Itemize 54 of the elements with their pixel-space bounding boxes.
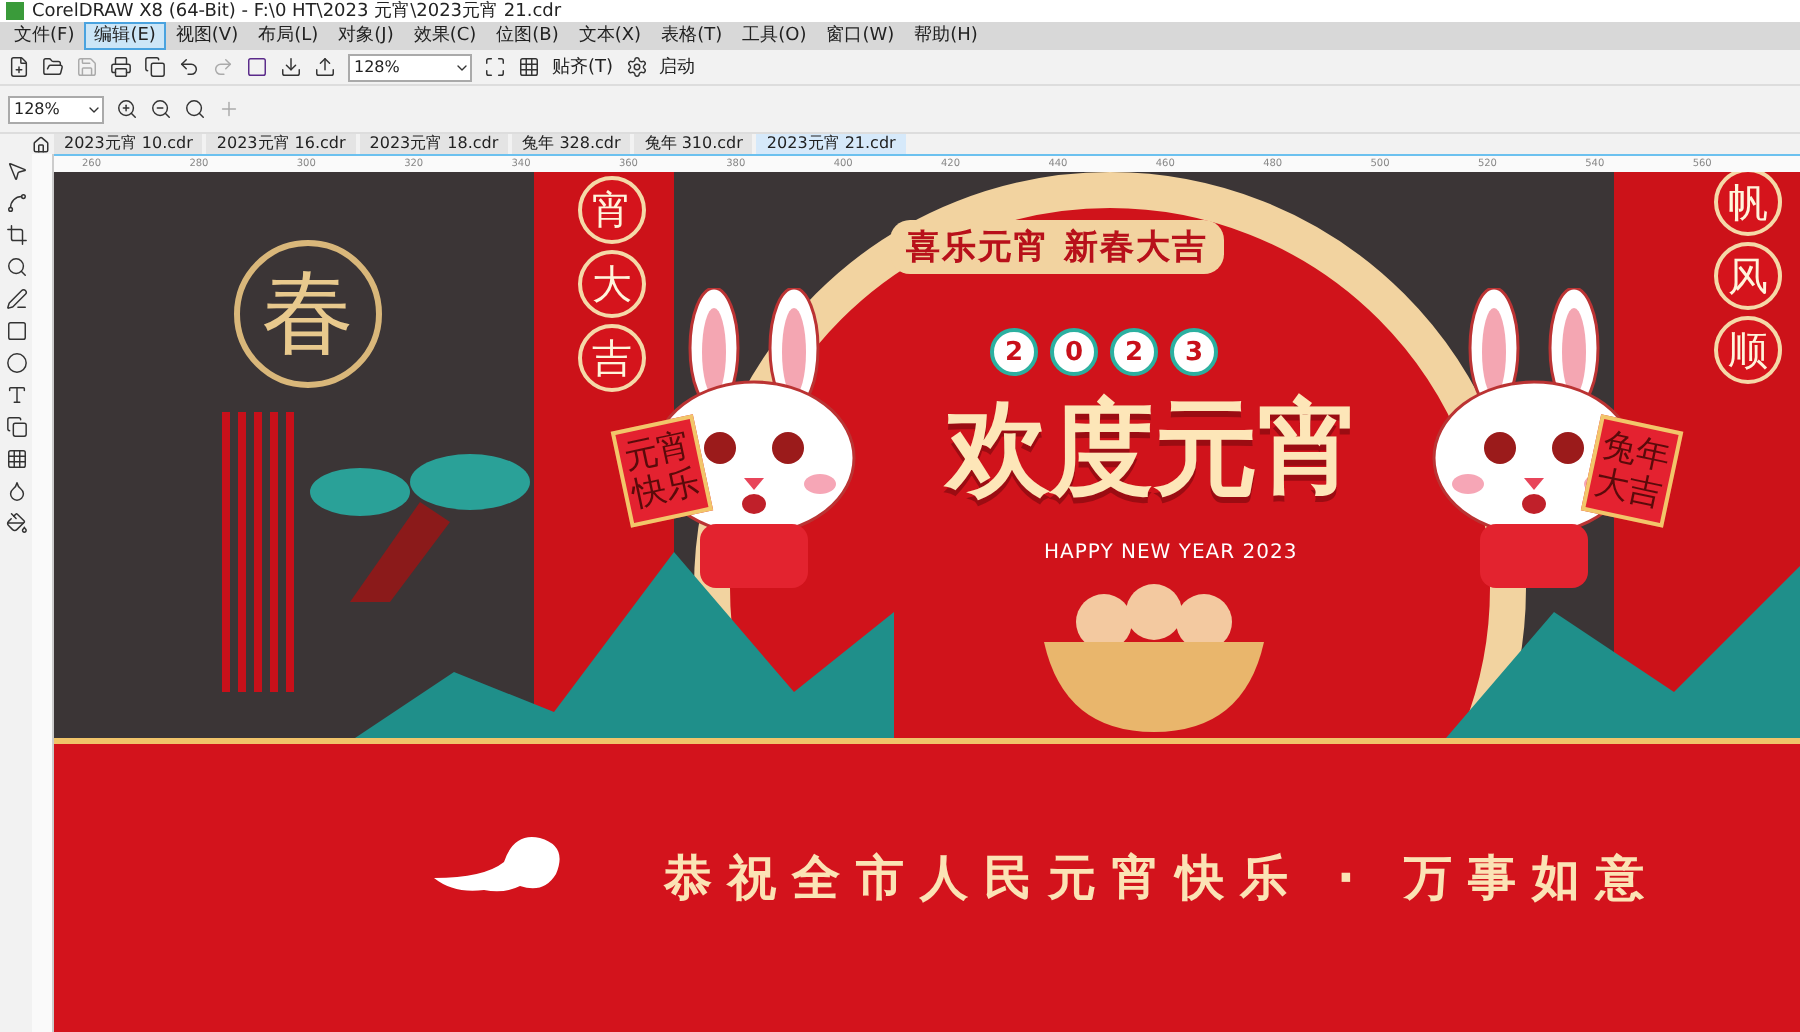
pointer-icon[interactable] [5, 160, 27, 182]
document-tab[interactable]: 2023元宵 10.cdr [54, 134, 203, 154]
grid-icon[interactable] [518, 56, 540, 78]
menu-item[interactable]: 帮助(H) [904, 22, 988, 50]
undo-icon[interactable] [178, 56, 200, 78]
window-title: CorelDRAW X8 (64-Bit) - F:\0 HT\2023 元宵\2023元宵 21.cdr [32, 0, 562, 24]
menu-item[interactable]: 表格(T) [651, 22, 733, 50]
document-tab[interactable]: 兔年 310.cdr [634, 134, 753, 154]
full-screen-icon[interactable] [484, 56, 506, 78]
launch-button[interactable]: 启动 [659, 54, 696, 80]
rectangle-icon[interactable] [5, 320, 27, 342]
ellipse-icon[interactable] [5, 352, 27, 374]
spring-badge: 春 [234, 240, 382, 388]
document-tab[interactable]: 2023元宵 18.cdr [359, 134, 509, 154]
text-icon[interactable] [5, 384, 27, 406]
menu-item[interactable]: 视图(V) [165, 22, 249, 50]
curve-icon[interactable] [5, 192, 27, 214]
import-icon[interactable] [280, 56, 302, 78]
menu-item[interactable]: 工具(O) [732, 22, 817, 50]
new-file-icon[interactable] [8, 56, 30, 78]
document-tab[interactable]: 兔年 328.cdr [512, 134, 631, 154]
menu-item[interactable]: 效果(C) [403, 22, 487, 50]
crop-icon[interactable] [5, 224, 27, 246]
app-logo-icon [6, 2, 24, 20]
zoom-in-icon[interactable] [116, 98, 138, 120]
subtitle: HAPPY NEW YEAR 2023 [1044, 542, 1298, 564]
banner-slogan: 恭祝全市人民元宵快乐 · 万事如意 [664, 848, 1660, 910]
menu-item[interactable]: 窗口(W) [816, 22, 905, 50]
copy-icon[interactable] [144, 56, 166, 78]
pattern-icon[interactable] [5, 448, 27, 470]
arch-slogan: 喜乐元宵 新春大吉 [890, 220, 1224, 274]
document-tab[interactable]: 2023元宵 21.cdr [756, 134, 906, 154]
zoom-search-icon[interactable] [184, 98, 206, 120]
pen-icon[interactable] [5, 288, 27, 310]
headline: 欢度元宵 [946, 388, 1362, 514]
zoom-out-icon[interactable] [150, 98, 172, 120]
snap-button[interactable]: 贴齐(T) [552, 54, 614, 80]
menu-item[interactable]: 布局(L) [248, 22, 329, 50]
menu-item[interactable]: 对象(J) [328, 22, 404, 50]
settings-icon[interactable] [625, 56, 648, 78]
square-icon[interactable] [246, 56, 268, 78]
zoom-level-field[interactable]: 128% [8, 95, 104, 123]
document-tab[interactable]: 2023元宵 16.cdr [206, 134, 356, 154]
print-icon[interactable] [110, 56, 132, 78]
home-icon[interactable] [32, 136, 50, 154]
zoom-icon[interactable] [5, 256, 27, 278]
menu-item[interactable]: 编辑(E) [84, 22, 166, 50]
fill-icon[interactable] [5, 512, 27, 534]
export-icon[interactable] [314, 56, 336, 78]
menu-item[interactable]: 文件(F) [4, 22, 85, 50]
menu-item[interactable]: 位图(B) [486, 22, 569, 50]
zoom-field[interactable]: 128% [348, 53, 472, 81]
menu-item[interactable]: 文本(X) [568, 22, 652, 50]
folder-icon[interactable] [42, 56, 64, 78]
